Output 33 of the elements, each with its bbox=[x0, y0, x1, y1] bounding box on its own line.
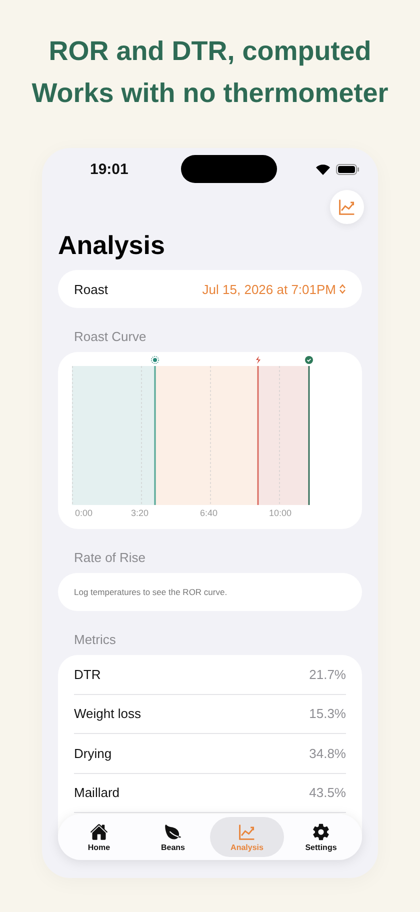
line-chart-icon bbox=[238, 822, 256, 840]
line-chart-icon bbox=[338, 198, 356, 216]
tab[interactable]: Beans bbox=[136, 817, 210, 857]
metric-label: Drying bbox=[74, 746, 112, 761]
wifi-icon bbox=[316, 164, 330, 174]
metric-label: Maillard bbox=[74, 785, 120, 800]
axis-tick-label: 6:40 bbox=[200, 508, 218, 518]
section-heading: Metrics bbox=[74, 632, 117, 647]
metric-value: 15.3% bbox=[309, 706, 346, 722]
settings-icon bbox=[312, 822, 330, 840]
metric-value: 21.7% bbox=[309, 666, 346, 682]
metric-label: Weight loss bbox=[74, 706, 141, 722]
axis-tick-label: 3:20 bbox=[131, 508, 149, 518]
tab[interactable]: Settings bbox=[284, 817, 358, 857]
section-heading: Roast Curve bbox=[74, 329, 148, 344]
headline: ROR and DTR, computed bbox=[48, 35, 372, 68]
axis-tick-label: 10:00 bbox=[269, 508, 292, 518]
metric-label: DTR bbox=[74, 666, 101, 682]
metric-value: 34.8% bbox=[309, 746, 346, 761]
axis-tick-label: 0:00 bbox=[75, 508, 93, 518]
section-heading: Rate of Rise bbox=[74, 550, 147, 565]
page-title: Analysis bbox=[58, 230, 166, 261]
leaf-icon bbox=[164, 822, 182, 840]
headline: Works with no thermometer bbox=[32, 77, 388, 110]
home-icon bbox=[90, 822, 108, 840]
status-time: 19:01 bbox=[90, 160, 128, 178]
metric-value: 43.5% bbox=[309, 785, 346, 800]
roast-picker[interactable]: Roast Jul 15, 2026 at 7:01PM bbox=[58, 270, 362, 308]
battery-icon bbox=[336, 164, 360, 174]
tab[interactable]: Home bbox=[62, 817, 136, 857]
chart-button[interactable] bbox=[330, 190, 364, 224]
chevron-up-down-icon bbox=[339, 284, 346, 294]
empty-message: Log temperatures to see the ROR curve. bbox=[74, 587, 228, 597]
